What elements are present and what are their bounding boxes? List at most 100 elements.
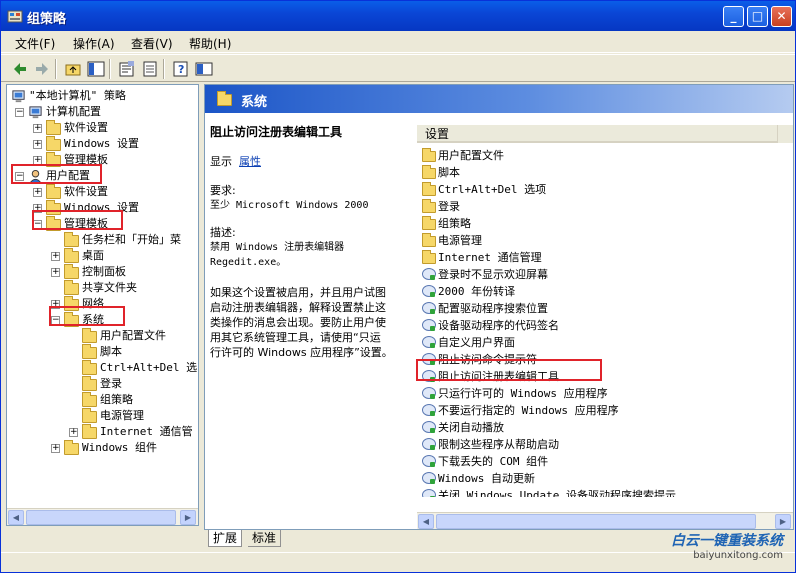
tree-horizontal-scrollbar[interactable]: ◀ ▶ (7, 508, 198, 525)
folder-icon (82, 360, 97, 375)
scroll-thumb[interactable] (436, 514, 756, 529)
scroll-thumb[interactable] (26, 510, 176, 525)
scroll-left-button[interactable]: ◀ (418, 514, 434, 529)
folder-icon (422, 148, 436, 162)
list-item-setting[interactable]: 只运行许可的 Windows 应用程序 (422, 385, 782, 402)
highlight-system (49, 306, 125, 326)
tree-node[interactable]: 组策略 (7, 392, 198, 408)
list-item-folder[interactable]: 组策略 (422, 215, 782, 232)
show-hide-tree-icon[interactable] (87, 60, 105, 78)
group-policy-window: 组策略 _ □ ✕ 文件(F) 操作(A) 查看(V) 帮助(H) ? "本地计… (0, 0, 796, 573)
expand-icon[interactable]: + (33, 140, 42, 149)
show-label: 显示 (210, 155, 232, 168)
toolbar-separator (163, 59, 165, 79)
tree-node[interactable]: 脚本 (7, 344, 198, 360)
tree-node[interactable]: + 软件设置 (7, 120, 198, 136)
forward-arrow-icon[interactable] (33, 60, 51, 78)
tree-node[interactable]: 电源管理 (7, 408, 198, 424)
expand-icon[interactable]: + (51, 252, 60, 261)
tree-node-label: "本地计算机" 策略 (29, 89, 126, 102)
tree-node[interactable]: 登录 (7, 376, 198, 392)
help-icon[interactable]: ? (172, 60, 190, 78)
tree-node[interactable]: 共享文件夹 (7, 280, 198, 296)
properties-link[interactable]: 属性 (239, 155, 261, 168)
list-item-folder[interactable]: Ctrl+Alt+Del 选项 (422, 181, 782, 198)
menu-action[interactable]: 操作(A) (73, 35, 115, 52)
toolbar-separator (109, 59, 111, 79)
tree-node-label: 组策略 (100, 393, 133, 406)
list-item-folder[interactable]: 用户配置文件 (422, 147, 782, 164)
scroll-right-button[interactable]: ▶ (180, 510, 196, 525)
computer-icon (29, 106, 42, 119)
console-icon[interactable] (195, 60, 213, 78)
requirements-label: 要求: (210, 184, 236, 197)
maximize-button[interactable]: □ (747, 6, 768, 27)
watermark: 白云一键重装系统 baiyunxitong.com (671, 530, 783, 561)
tree-node[interactable]: + 控制面板 (7, 264, 198, 280)
menu-help[interactable]: 帮助(H) (189, 35, 231, 52)
tree-node-label: 登录 (100, 377, 122, 390)
menu-file[interactable]: 文件(F) (15, 35, 55, 52)
list-item-setting[interactable]: 设备驱动程序的代码签名 (422, 317, 782, 334)
minimize-button[interactable]: _ (723, 6, 744, 27)
list-item-setting[interactable]: 关闭自动播放 (422, 419, 782, 436)
export-list-icon[interactable] (141, 60, 159, 78)
expand-icon[interactable]: + (51, 268, 60, 277)
maximize-icon: □ (751, 9, 764, 23)
list-item-setting[interactable]: 关闭 Windows Update 设备驱动程序搜索提示 (422, 487, 782, 497)
expand-icon[interactable]: + (33, 188, 42, 197)
tree-node[interactable]: − 计算机配置 (7, 104, 198, 120)
back-arrow-icon[interactable] (11, 60, 29, 78)
expand-icon[interactable]: + (51, 444, 60, 453)
list-item-folder[interactable]: 脚本 (422, 164, 782, 181)
list-item-setting[interactable]: 限制这些程序从帮助启动 (422, 436, 782, 453)
tree-node[interactable]: + Windows 组件 (7, 440, 198, 456)
policy-setting-icon (422, 268, 436, 280)
tree-node[interactable]: + 桌面 (7, 248, 198, 264)
list-item-setting[interactable]: 配置驱动程序搜索位置 (422, 300, 782, 317)
list-item-setting[interactable]: 自定义用户界面 (422, 334, 782, 351)
highlight-user-config (11, 164, 102, 184)
list-item-folder[interactable]: 电源管理 (422, 232, 782, 249)
policy-setting-icon (422, 421, 436, 433)
extended-description: 阻止访问注册表编辑工具 显示 属性 要求: 至少 Microsoft Windo… (210, 125, 410, 360)
list-item-setting[interactable]: 不要运行指定的 Windows 应用程序 (422, 402, 782, 419)
up-folder-icon[interactable] (64, 60, 82, 78)
tree-node[interactable]: "本地计算机" 策略 (7, 88, 198, 104)
tree-node[interactable]: 任务栏和「开始」菜 (7, 232, 198, 248)
list-item-setting[interactable]: Windows 自动更新 (422, 470, 782, 487)
title-bar[interactable]: 组策略 _ □ ✕ (1, 1, 795, 31)
expand-icon[interactable]: + (33, 124, 42, 133)
tab-extended[interactable]: 扩展 (208, 530, 243, 547)
list-item-setting[interactable]: 登录时不显示欢迎屏幕 (422, 266, 782, 283)
menu-view[interactable]: 查看(V) (131, 35, 173, 52)
tree-node[interactable]: + Windows 设置 (7, 136, 198, 152)
folder-icon (46, 184, 61, 199)
tree-node[interactable]: Ctrl+Alt+Del 选 (7, 360, 198, 376)
tree-node[interactable]: + Internet 通信管 (7, 424, 198, 440)
list-horizontal-scrollbar[interactable]: ◀ ▶ (417, 512, 793, 529)
list-item-label: 关闭自动播放 (438, 421, 504, 434)
list-item-setting[interactable]: 2000 年份转译 (422, 283, 782, 300)
highlight-regedit-setting (416, 359, 602, 381)
list-item-label: 2000 年份转译 (438, 285, 516, 298)
list-item-setting[interactable]: 下载丢失的 COM 组件 (422, 453, 782, 470)
list-item-folder[interactable]: 登录 (422, 198, 782, 215)
expand-icon[interactable]: + (69, 428, 78, 437)
tree-node[interactable]: 用户配置文件 (7, 328, 198, 344)
list-item-label: 脚本 (438, 166, 460, 179)
list-item-label: 只运行许可的 Windows 应用程序 (438, 387, 608, 400)
highlight-admin-templates (32, 210, 123, 230)
scroll-right-button[interactable]: ▶ (775, 514, 791, 529)
properties-icon[interactable] (118, 60, 136, 78)
folder-icon (422, 199, 436, 213)
tree-node[interactable]: + 软件设置 (7, 184, 198, 200)
collapse-icon[interactable]: − (15, 108, 24, 117)
toolbar: ? (1, 54, 795, 82)
scroll-left-button[interactable]: ◀ (8, 510, 24, 525)
list-item-folder[interactable]: Internet 通信管理 (422, 249, 782, 266)
tree-node-label: 脚本 (100, 345, 122, 358)
tab-standard[interactable]: 标准 (248, 530, 282, 547)
close-button[interactable]: ✕ (771, 6, 792, 27)
column-header-setting[interactable]: 设置 (417, 125, 793, 143)
